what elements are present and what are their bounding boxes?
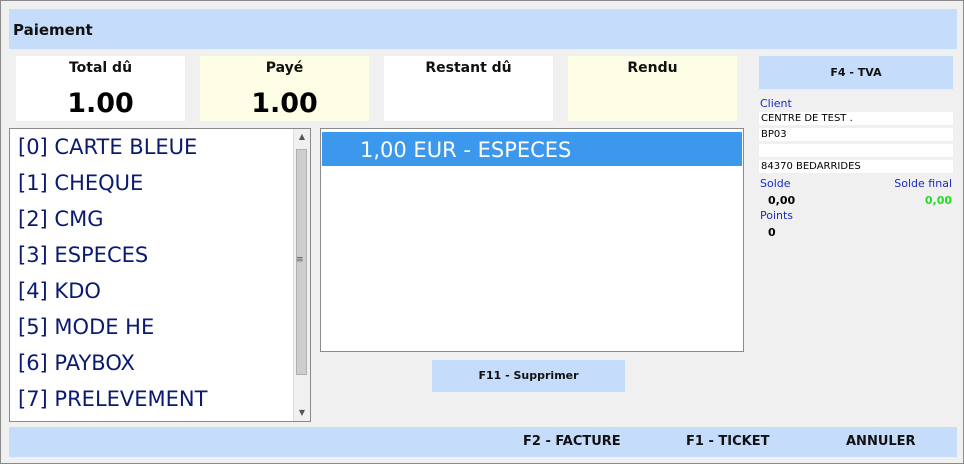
points-value: 0 [768,226,776,239]
tva-button[interactable]: F4 - TVA [759,56,953,89]
title-bar: Paiement [9,9,957,49]
paid-value: 1.00 [251,88,318,119]
total-due-value: 1.00 [67,88,134,119]
change-box: Rendu [568,56,737,121]
client-label: Client [760,97,792,110]
payment-method-item[interactable]: [0] CARTE BLEUE [18,135,197,159]
client-line-1: CENTRE DE TEST . [759,112,953,125]
remaining-due-label: Restant dû [425,60,512,76]
payment-method-item[interactable]: [6] PAYBOX [18,351,135,375]
paid-label: Payé [265,60,304,76]
payment-method-item[interactable]: [2] CMG [18,207,103,231]
paid-box: Payé 1.00 [200,56,369,121]
payments-list[interactable]: 1,00 EUR - ESPECES [320,128,744,352]
payment-row-text: 1,00 EUR - ESPECES [360,138,572,162]
total-due-box: Total dû 1.00 [16,56,185,121]
payment-method-item[interactable]: [7] PRELEVEMENT [18,387,207,411]
payment-window: Paiement Total dû 1.00 Payé 1.00 Restant… [0,0,964,464]
client-line-4: 84370 BEDARRIDES [759,160,953,173]
delete-button[interactable]: F11 - Supprimer [432,360,625,392]
window-title: Paiement [13,21,93,39]
payment-method-item[interactable]: [5] MODE HE [18,315,154,339]
payment-method-item[interactable]: [3] ESPECES [18,243,148,267]
balance-label: Solde [760,177,791,190]
payment-method-item[interactable]: [1] CHEQUE [18,171,143,195]
cancel-button[interactable]: ANNULER [846,434,916,449]
scroll-down-arrow-icon[interactable]: ▼ [294,405,310,421]
client-line-2: BP03 [759,128,953,141]
final-balance-value: 0,00 [924,194,952,207]
scroll-grip-icon: ≡ [296,255,304,265]
scroll-up-arrow-icon[interactable]: ▲ [294,129,310,145]
invoice-button[interactable]: F2 - FACTURE [523,434,621,449]
bottom-action-bar: F2 - FACTURE F1 - TICKET ANNULER [9,427,957,457]
payment-row-selected[interactable]: 1,00 EUR - ESPECES [322,132,742,166]
payment-methods-list[interactable]: [0] CARTE BLEUE [1] CHEQUE [2] CMG [3] E… [9,128,311,422]
total-due-label: Total dû [68,60,133,76]
client-line-3 [759,144,953,157]
points-label: Points [760,209,794,222]
final-balance-label: Solde final [894,177,952,190]
methods-scrollbar[interactable]: ▲ ≡ ▼ [293,129,310,421]
change-label: Rendu [627,60,678,76]
ticket-button[interactable]: F1 - TICKET [686,434,769,449]
payment-method-item[interactable]: [4] KDO [18,279,101,303]
balance-value: 0,00 [768,194,796,207]
remaining-due-box: Restant dû [384,56,553,121]
